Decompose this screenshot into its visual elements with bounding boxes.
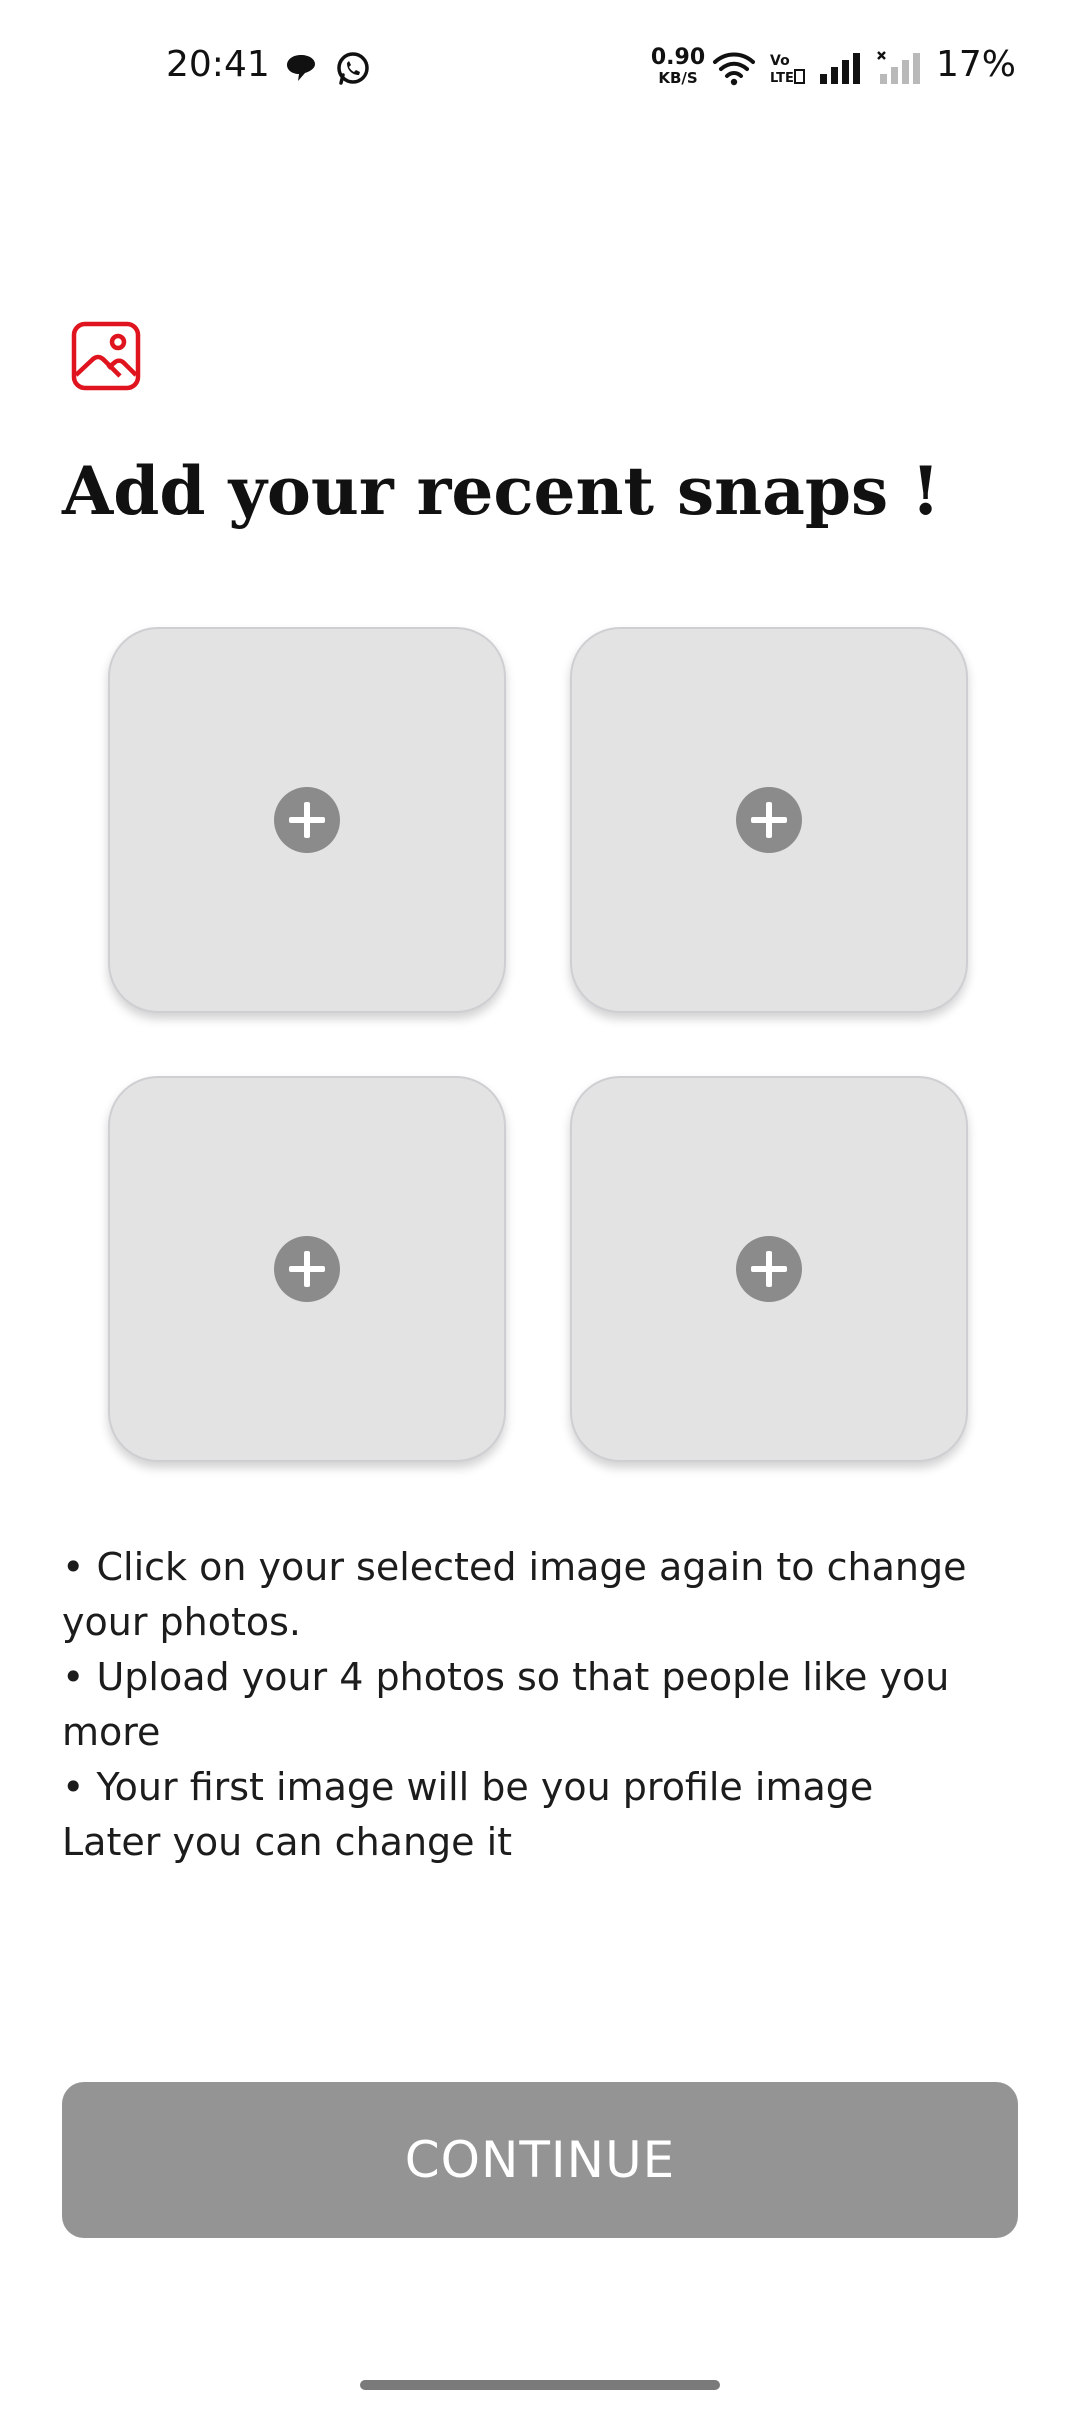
network-speed: 0.90 KB/S	[650, 47, 706, 86]
instructions: • Click on your selected image again to …	[62, 1540, 982, 1870]
status-bar: 20:41 0.90 KB/S Vo LTE 17%	[0, 0, 1080, 140]
signal-no-service-icon	[876, 50, 922, 90]
network-speed-unit: KB/S	[658, 69, 698, 87]
photo-slot-3[interactable]	[108, 1076, 506, 1462]
network-speed-value: 0.90	[650, 45, 706, 70]
instruction-item: • Your first image will be you profile i…	[62, 1765, 874, 1864]
continue-button[interactable]: CONTINUE	[62, 2082, 1018, 2238]
status-time: 20:41	[166, 44, 270, 85]
image-icon	[70, 320, 142, 392]
photo-slot-4[interactable]	[570, 1076, 968, 1462]
svg-text:LTE: LTE	[770, 71, 794, 86]
photo-slot-1[interactable]	[108, 627, 506, 1013]
battery-level: 17%	[936, 44, 1017, 85]
instruction-item: • Click on your selected image again to …	[62, 1545, 967, 1644]
svg-text:Vo: Vo	[770, 53, 790, 69]
add-circle-icon	[274, 787, 340, 853]
signal-icon	[818, 50, 862, 90]
add-circle-icon	[736, 787, 802, 853]
wifi-icon	[712, 50, 756, 90]
add-circle-icon	[274, 1236, 340, 1302]
volte-icon: Vo LTE	[768, 50, 806, 90]
photo-slot-2[interactable]	[570, 627, 968, 1013]
home-indicator[interactable]	[360, 2380, 720, 2390]
page-title: Add your recent snaps !	[62, 452, 941, 530]
chat-bubble-icon	[284, 52, 318, 88]
instruction-item: • Upload your 4 photos so that people li…	[62, 1655, 950, 1754]
add-circle-icon	[736, 1236, 802, 1302]
whatsapp-icon	[334, 50, 372, 92]
